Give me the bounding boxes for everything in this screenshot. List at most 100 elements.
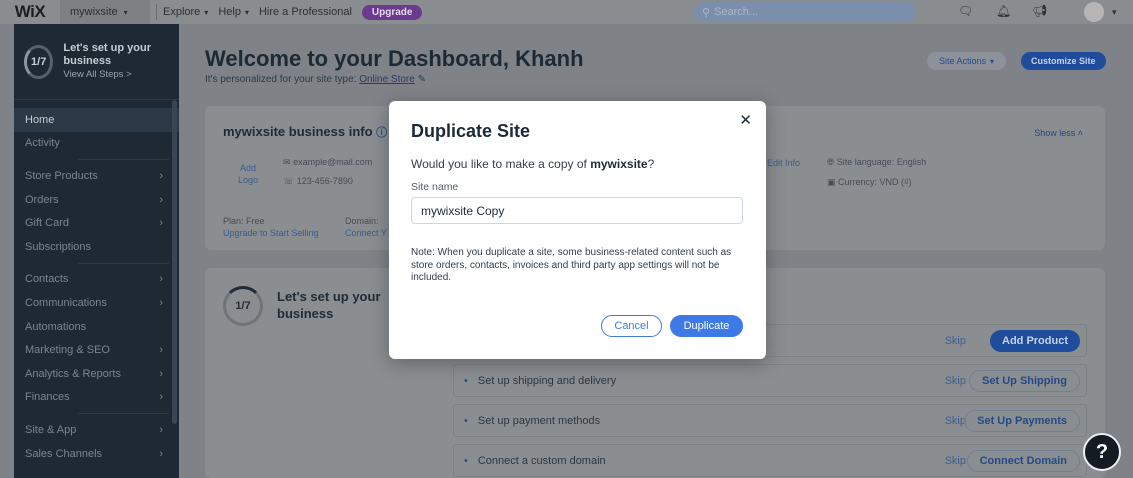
progress-ring: 1/7 xyxy=(24,44,54,79)
wix-logo[interactable]: WiX xyxy=(0,2,60,22)
pencil-icon[interactable]: ✎ xyxy=(418,74,426,85)
setup-text: Let's set up your business View All Step… xyxy=(63,42,179,81)
email-value: ✉ example@mail.com xyxy=(283,157,372,168)
search-input[interactable]: ⚲ Search... xyxy=(694,2,916,22)
globe-icon: 🌐︎ xyxy=(827,157,835,167)
phone-icon: ☏ xyxy=(283,176,295,186)
sidebar-item-subscriptions[interactable]: Subscriptions xyxy=(14,235,179,259)
divider xyxy=(156,4,157,20)
sidebar-divider xyxy=(78,262,169,264)
email-text: example@mail.com xyxy=(293,157,373,167)
site-type-link[interactable]: Online Store xyxy=(359,74,415,85)
chevron-right-icon: › xyxy=(159,273,163,286)
chevron-right-icon: › xyxy=(159,367,163,380)
info-icon[interactable]: ⓘ xyxy=(376,127,387,139)
customize-site-button[interactable]: Customize Site xyxy=(1021,52,1106,70)
explore-label: Explore xyxy=(163,6,201,18)
bell-icon[interactable]: 🔔︎ xyxy=(996,4,1011,18)
search-placeholder: Search... xyxy=(714,6,759,18)
sidebar-item-automations[interactable]: Automations xyxy=(14,315,179,339)
hire-professional-link[interactable]: Hire a Professional xyxy=(259,6,352,18)
chevron-up-icon: ˄ xyxy=(1077,128,1083,138)
sidebar-item-finances[interactable]: Finances › xyxy=(14,386,179,410)
chevron-right-icon: › xyxy=(159,296,163,309)
task-action-button[interactable]: Set Up Payments xyxy=(964,409,1080,432)
skip-button[interactable]: Skip xyxy=(945,375,966,387)
chevron-down-icon[interactable]: ▾ xyxy=(1112,7,1117,18)
dialog-question: Would you like to make a copy of mywixsi… xyxy=(411,157,654,171)
site-name-input[interactable] xyxy=(411,197,743,224)
chat-icon[interactable]: 🗨 xyxy=(958,4,973,18)
setup-task-row: • Connect a custom domain Skip Connect Doma… xyxy=(453,444,1087,477)
site-language-text: Site language: English xyxy=(836,157,927,167)
sidebar-item-store-products[interactable]: Store Products › xyxy=(14,164,179,188)
sidebar-scrollbar[interactable] xyxy=(172,100,177,424)
skip-button[interactable]: Skip xyxy=(945,415,966,427)
upgrade-to-start-selling-link[interactable]: Upgrade to Start Selling xyxy=(223,228,319,238)
task-label: Connect a custom domain xyxy=(477,454,606,467)
sidebar-item-label: Sales Channels xyxy=(25,447,103,460)
sidebar-item-label: Home xyxy=(25,113,55,126)
sidebar-item-label: Store Products xyxy=(25,169,98,182)
top-nav: Explore ▾ Help ▾ Hire a Professional Upgra… xyxy=(163,4,423,20)
bullet-icon: • xyxy=(464,374,468,387)
skip-button[interactable]: Skip xyxy=(945,455,966,467)
connect-domain-link[interactable]: Connect Y xyxy=(345,228,387,238)
sidebar-item-gift-card[interactable]: Gift Card › xyxy=(14,211,179,235)
sidebar-item-label: Subscriptions xyxy=(25,240,92,253)
sidebar-item-label: Contacts xyxy=(25,273,69,286)
chevron-right-icon: › xyxy=(159,217,163,230)
show-less-button[interactable]: Show less ˄ xyxy=(1034,128,1083,138)
domain-label: Domain: xyxy=(345,216,379,226)
site-actions-button[interactable]: Site Actions ▾ xyxy=(927,52,1007,70)
chevron-right-icon: › xyxy=(159,423,163,436)
sidebar-item-communications[interactable]: Communications › xyxy=(14,291,179,315)
question-site-name: mywixsite xyxy=(590,157,648,171)
megaphone-icon[interactable]: 📢︎ xyxy=(1032,4,1047,18)
chevron-down-icon: ▾ xyxy=(204,7,209,17)
sidebar-item-marketing-seo[interactable]: Marketing & SEO › xyxy=(14,338,179,362)
help-label: Help xyxy=(218,6,241,18)
sidebar-item-site-app[interactable]: Site & App › xyxy=(14,418,179,442)
help-menu[interactable]: Help ▾ xyxy=(218,6,249,18)
help-button[interactable]: ? xyxy=(1083,433,1121,471)
task-action-button[interactable]: Add Product xyxy=(990,329,1080,352)
avatar[interactable] xyxy=(1084,2,1104,22)
explore-menu[interactable]: Explore ▾ xyxy=(163,6,208,18)
skip-button[interactable]: Skip xyxy=(945,335,966,347)
edit-info-link[interactable]: Edit Info xyxy=(767,158,800,168)
sidebar-item-orders[interactable]: Orders › xyxy=(14,188,179,212)
chevron-down-icon: ▾ xyxy=(990,56,995,66)
sidebar-item-analytics-reports[interactable]: Analytics & Reports › xyxy=(14,362,179,386)
sidebar-item-activity[interactable]: Activity xyxy=(14,132,179,156)
currency-text: Currency: VND (₫) xyxy=(838,177,912,187)
question-prefix: Would you like to make a copy of xyxy=(411,157,591,171)
question-suffix: ? xyxy=(647,157,655,171)
task-label: Set up shipping and delivery xyxy=(477,374,617,387)
setup-progress-widget[interactable]: 1/7 Let's set up your business View All … xyxy=(14,24,179,100)
chevron-right-icon: › xyxy=(159,344,163,357)
sidebar-item-label: Gift Card xyxy=(25,217,70,230)
upgrade-button[interactable]: Upgrade xyxy=(361,4,423,20)
sidebar-item-home[interactable]: Home xyxy=(14,108,179,132)
cancel-button[interactable]: Cancel xyxy=(601,315,662,337)
duplicate-button[interactable]: Duplicate xyxy=(670,315,743,337)
setup-progress-ring: 1/7 xyxy=(223,286,263,326)
dialog-note: Note: When you duplicate a site, some bu… xyxy=(411,247,732,283)
site-selector[interactable]: mywixsite ▾ xyxy=(60,0,150,24)
close-icon[interactable]: ✕ xyxy=(739,111,752,129)
bullet-icon: • xyxy=(464,414,468,427)
sidebar-nav: Home Activity Store Products › Orders › Gift C… xyxy=(14,100,179,465)
task-action-button[interactable]: Set Up Shipping xyxy=(969,369,1080,392)
task-label: Set up payment methods xyxy=(477,414,601,427)
top-bar: WiX mywixsite ▾ Explore ▾ Help ▾ Hire a Pr… xyxy=(0,0,1133,24)
setup-title: Let's set up your business xyxy=(63,42,151,67)
view-all-steps-link[interactable]: View All Steps > xyxy=(63,68,179,81)
add-logo-button[interactable]: Add Logo xyxy=(233,162,263,186)
show-less-label: Show less xyxy=(1034,128,1076,138)
sidebar-item-label: Activity xyxy=(25,137,60,150)
sidebar-item-contacts[interactable]: Contacts › xyxy=(14,268,179,292)
business-info-title-text: mywixsite business info xyxy=(223,124,373,139)
sidebar-item-sales-channels[interactable]: Sales Channels › xyxy=(14,442,179,466)
task-action-button[interactable]: Connect Domain xyxy=(966,449,1080,472)
